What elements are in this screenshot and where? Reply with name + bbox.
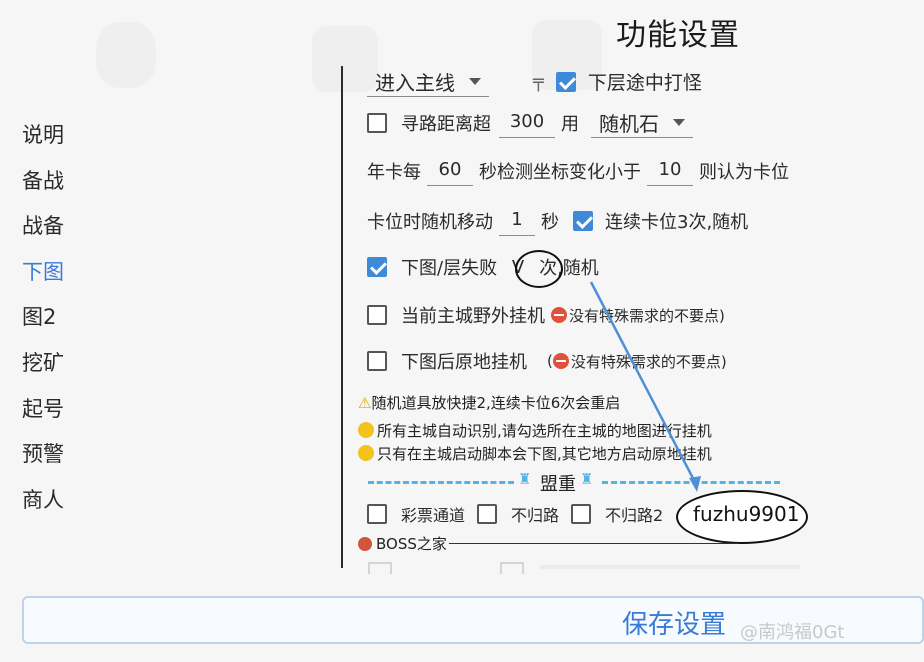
faded-row: [368, 560, 808, 574]
boss-section-line: [448, 543, 739, 544]
boss-section-label: BOSS之家: [376, 535, 447, 553]
boss-icon: [358, 536, 372, 551]
save-settings-label: 保存设置: [622, 610, 727, 640]
boss-section-header: BOSS之家: [358, 533, 739, 554]
watermark: @南鸿福0Gt: [740, 622, 845, 643]
